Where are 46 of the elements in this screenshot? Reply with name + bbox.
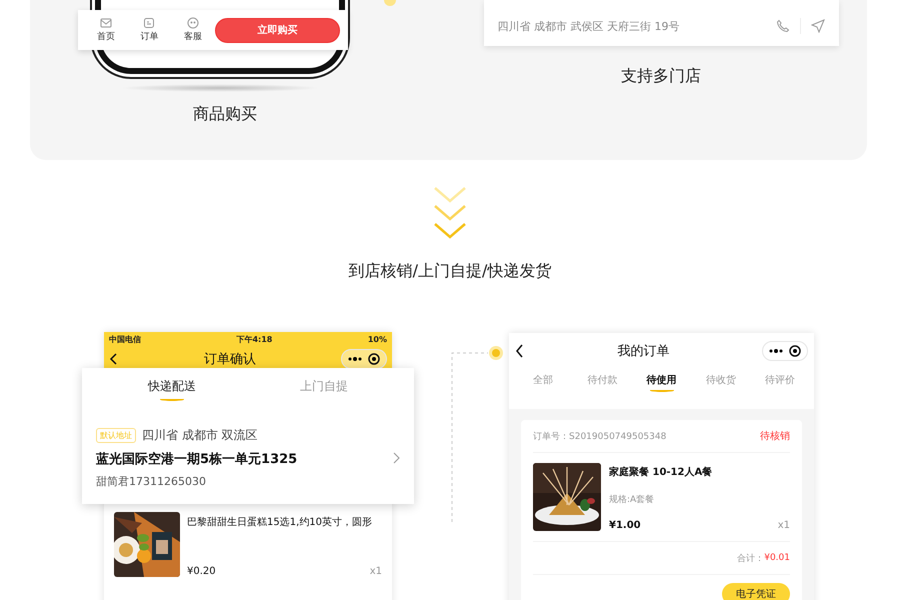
product-price: ¥1.00	[609, 520, 641, 531]
product-quantity: x1	[778, 520, 790, 531]
smiley-icon	[187, 17, 200, 29]
target-icon[interactable]	[789, 345, 801, 357]
more-icon[interactable]	[769, 349, 783, 353]
total-label: 合计：	[737, 552, 764, 564]
total-amount: ¥0.01	[764, 553, 790, 563]
navigation-icon[interactable]	[810, 19, 824, 33]
page-title: 订单确认	[204, 351, 256, 368]
back-icon[interactable]	[515, 344, 525, 358]
store-address: 四川省 成都市 武侯区 天府三街 19号	[498, 18, 680, 34]
document-icon	[143, 17, 156, 29]
carrier-text: 中国电信	[109, 334, 141, 344]
caption: 商品购买	[193, 104, 257, 125]
mail-icon	[100, 17, 112, 29]
order-tab[interactable]: 待使用	[634, 373, 690, 392]
target-icon[interactable]	[368, 353, 380, 365]
back-icon[interactable]	[109, 353, 119, 365]
order-number: 订单号：S2019050749505348	[533, 430, 666, 442]
product-name: 巴黎甜甜生日蛋糕15选1,约10英寸，圆形	[187, 516, 373, 529]
phone-icon[interactable]	[776, 19, 790, 33]
more-icon[interactable]	[348, 357, 362, 361]
product-price: ¥0.20	[187, 566, 216, 577]
product-quantity: x1	[370, 566, 382, 577]
buy-button[interactable]: 立即购买	[214, 18, 340, 42]
voucher-button[interactable]: 电子凭证	[722, 583, 790, 600]
capsule-menu[interactable]	[341, 349, 387, 369]
delivery-tab[interactable]: 快递配送	[96, 378, 248, 401]
bar-label[interactable]: 订单	[140, 30, 158, 43]
flow-caption: 到店核销/上门自提/快递发货	[348, 261, 552, 282]
chevrons-down-icon	[432, 185, 468, 241]
clock-text: 下午4:18	[236, 334, 272, 344]
capsule-menu[interactable]	[762, 341, 808, 361]
caption: 支持多门店	[621, 66, 701, 87]
product-spec: 规格:A套餐	[609, 494, 656, 506]
bar-label[interactable]: 客服	[184, 30, 202, 43]
order-status: 待核销	[760, 430, 790, 443]
contact-text: 甜简君17311265030	[96, 474, 207, 489]
product-name: 家庭聚餐 10-12人A餐	[609, 465, 714, 479]
address-region: 四川省 成都市 双流区	[142, 427, 258, 444]
default-tag: 默认地址	[96, 428, 136, 443]
chevron-right-icon[interactable]	[393, 452, 400, 464]
battery-text: 10%	[368, 334, 387, 344]
bar-label[interactable]: 首页	[96, 30, 115, 43]
address-detail: 蓝光国际空港一期5栋一单元1325	[96, 450, 298, 468]
page-title: 我的订单	[618, 343, 670, 360]
